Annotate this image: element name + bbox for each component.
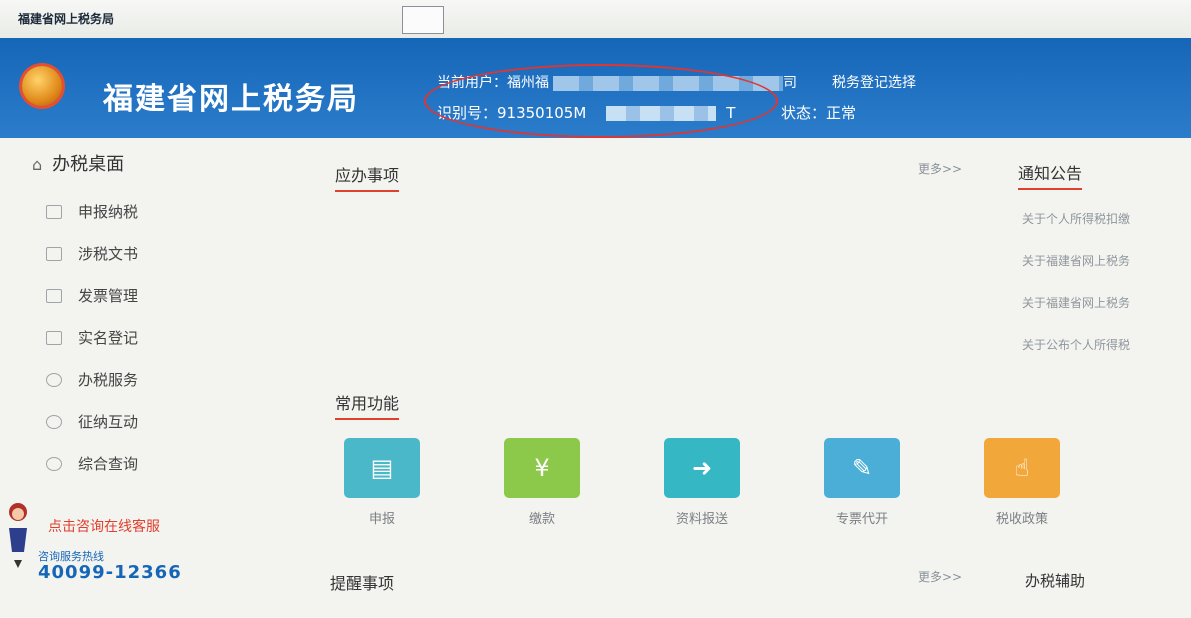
- sidebar-item-query[interactable]: 综合查询: [46, 453, 138, 474]
- sidebar-item-label: 申报纳税: [78, 203, 139, 221]
- function-label: 专票代开: [835, 512, 888, 527]
- function-submit[interactable]: ➜ 资料报送: [662, 438, 742, 527]
- function-label: 资料报送: [675, 512, 728, 527]
- todo-more-link[interactable]: 更多>>: [918, 160, 962, 177]
- payment-icon: ¥: [504, 438, 580, 498]
- sidebar-item-label: 发票管理: [78, 287, 139, 305]
- sidebar-item-label: 实名登记: [78, 329, 139, 347]
- mail-icon: [46, 246, 62, 261]
- sidebar-item-label: 综合查询: [78, 455, 139, 473]
- site-name: 福建省网上税务局: [103, 82, 359, 117]
- sidebar-item-realname[interactable]: 实名登记: [46, 327, 138, 348]
- function-label: 税收政策: [995, 512, 1048, 527]
- report-icon: [46, 204, 62, 219]
- notice-item[interactable]: 关于福建省网上税务: [1022, 294, 1190, 311]
- hand-pointer-icon: ☝: [984, 438, 1060, 498]
- todo-title: 应办事项: [335, 162, 400, 192]
- sidebar-item-interaction[interactable]: 征纳互动: [46, 411, 138, 432]
- new-tab-box[interactable]: [402, 6, 444, 34]
- search-icon: [46, 456, 62, 471]
- reminder-title: 提醒事项: [330, 574, 395, 593]
- home-icon: ⌂: [32, 155, 43, 174]
- function-label: 申报: [368, 512, 395, 527]
- red-highlight-circle: [424, 64, 778, 138]
- id-icon: [46, 330, 62, 345]
- tax-emblem-icon: [22, 66, 62, 106]
- sidebar-item-declare[interactable]: 申报纳税: [46, 201, 138, 222]
- sidebar-item-documents[interactable]: 涉税文书: [46, 243, 138, 264]
- sidebar-item-label: 办税服务: [78, 371, 139, 389]
- notice-item[interactable]: 关于个人所得税扣缴: [1022, 210, 1190, 227]
- function-declare[interactable]: ▤ 申报: [342, 438, 422, 527]
- function-label: 缴款: [528, 512, 555, 527]
- sidebar-item-service[interactable]: 办税服务: [46, 369, 138, 390]
- sidebar-item-label: 征纳互动: [78, 413, 139, 431]
- function-payment[interactable]: ¥ 缴款: [502, 438, 582, 527]
- reminder-more-link[interactable]: 更多>>: [918, 568, 962, 585]
- account-status: 状态：正常: [781, 104, 857, 122]
- customer-support: 点击咨询在线客服 咨询服务热线 40099-12366: [0, 496, 290, 616]
- aux-title: 办税辅助: [1025, 572, 1086, 590]
- window-title: 福建省网上税务局: [18, 12, 115, 26]
- sidebar-title-label: 办税桌面: [52, 154, 125, 175]
- notice-item[interactable]: 关于公布个人所得税: [1022, 336, 1190, 353]
- customer-service-avatar-icon: [9, 503, 27, 568]
- registration-select-link[interactable]: 税务登记选择: [832, 72, 916, 92]
- current-user-suffix: 司: [783, 75, 797, 91]
- chat-icon: [46, 414, 62, 429]
- window-titlebar: 福建省网上税务局: [0, 0, 1191, 39]
- notice-title: 通知公告: [1018, 160, 1083, 190]
- sidebar-title[interactable]: ⌂ 办税桌面: [32, 150, 124, 176]
- user-icon: [46, 372, 62, 387]
- hotline-number: 40099-12366: [38, 562, 182, 583]
- sidebar-item-label: 涉税文书: [78, 245, 139, 263]
- invoice-icon: [46, 288, 62, 303]
- edit-icon: ✎: [824, 438, 900, 498]
- notice-item[interactable]: 关于福建省网上税务: [1022, 252, 1190, 269]
- online-service-link[interactable]: 点击咨询在线客服: [48, 516, 160, 536]
- function-tax-policy[interactable]: ☝ 税收政策: [982, 438, 1062, 527]
- common-functions-title: 常用功能: [335, 390, 400, 420]
- sidebar-item-invoice[interactable]: 发票管理: [46, 285, 138, 306]
- declare-icon: ▤: [344, 438, 420, 498]
- submit-icon: ➜: [664, 438, 740, 498]
- function-special-invoice[interactable]: ✎ 专票代开: [822, 438, 902, 527]
